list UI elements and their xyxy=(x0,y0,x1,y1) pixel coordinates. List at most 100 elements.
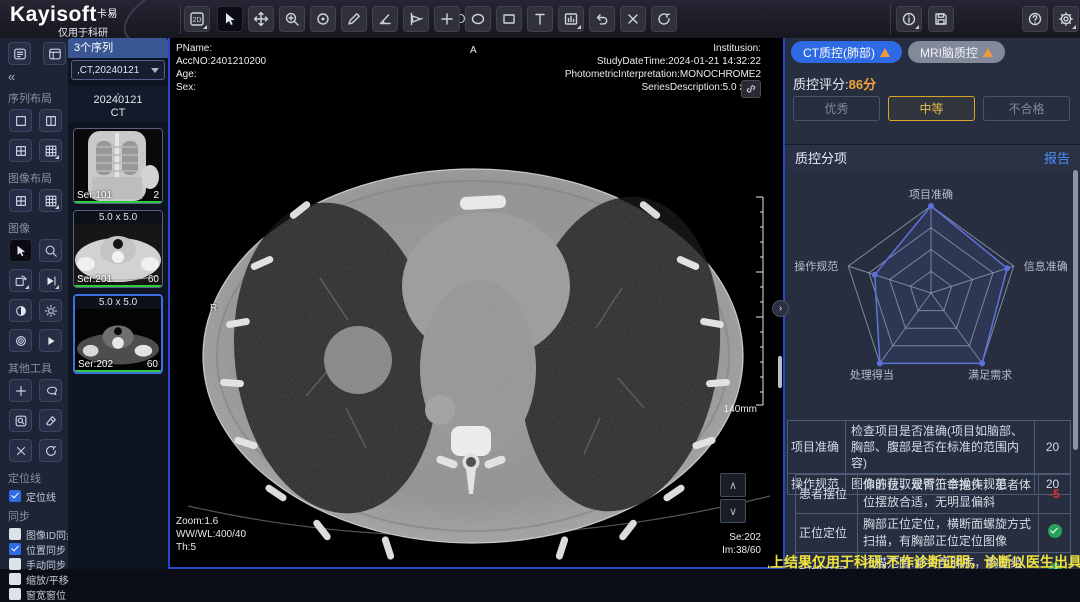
image-cine-icon[interactable] xyxy=(39,269,62,292)
angle-tool-button[interactable] xyxy=(372,6,398,32)
overlay-patient-info: PName: AccNO:2401210200 Age: Sex: xyxy=(176,42,266,94)
save-button[interactable] xyxy=(928,6,954,32)
orientation-marker-anterior: A xyxy=(470,44,477,57)
tools-comment-icon[interactable] xyxy=(39,379,62,402)
section-title-locator: 定位线 xyxy=(0,466,68,489)
settings-button[interactable] xyxy=(1053,6,1079,32)
pan-tool-button[interactable] xyxy=(248,6,274,32)
panel-layout-icon[interactable] xyxy=(43,42,66,65)
delete-annotation-button[interactable] xyxy=(620,6,646,32)
layout-3x3-icon[interactable] xyxy=(39,139,62,162)
image-layout-2x2-icon[interactable] xyxy=(9,189,32,212)
image-target-icon[interactable] xyxy=(9,329,32,352)
svg-text:2D: 2D xyxy=(193,17,202,24)
sync-image-id-checkbox[interactable]: 图像ID同步 xyxy=(0,527,68,541)
group-modality: CT xyxy=(68,107,168,120)
sync-window-level-checkbox[interactable]: 窗宽窗位 xyxy=(0,587,68,601)
qc-score: 质控评分:86分 xyxy=(793,74,876,93)
layout-1x1-icon[interactable] xyxy=(9,109,32,132)
cobb-angle-tool-button[interactable] xyxy=(403,6,429,32)
tab-mri-qc[interactable]: MRI脑质控 xyxy=(908,41,1005,63)
tools-delete-icon[interactable] xyxy=(9,439,32,462)
locator-line-checkbox[interactable]: 定位线 xyxy=(0,489,68,503)
image-magnifier-icon[interactable] xyxy=(39,239,62,262)
image-brightness-icon[interactable] xyxy=(39,299,62,322)
ellipse-tool-button[interactable] xyxy=(465,6,491,32)
layout-1x2-icon[interactable] xyxy=(39,109,62,132)
window-level-tool-button[interactable] xyxy=(558,6,584,32)
tab-ct-qc[interactable]: CT质控(肺部) xyxy=(791,41,902,63)
ruler-length-label: 140mm xyxy=(724,404,757,415)
logo-zone: Kayisoft卡易 仅用于科研 xyxy=(0,0,185,38)
layout-2x2-icon[interactable] xyxy=(9,139,32,162)
checkbox-icon xyxy=(9,528,21,540)
image-invert-icon[interactable] xyxy=(9,299,32,322)
image-rotate-icon[interactable] xyxy=(9,269,32,292)
scale-ruler xyxy=(754,196,764,406)
study-group-label: , 20240121 CT xyxy=(68,86,168,122)
series-count-header: 3个序列 xyxy=(68,38,168,58)
svg-text:满足需求: 满足需求 xyxy=(968,368,1012,381)
tools-eraser-icon[interactable] xyxy=(39,409,62,432)
panel-expander-button[interactable]: › xyxy=(772,300,789,317)
tools-add-icon[interactable] xyxy=(9,379,32,402)
section-title-image-layout: 图像布局 xyxy=(0,166,68,189)
cursor-tool-button[interactable] xyxy=(217,6,243,32)
main-viewport[interactable]: PName: AccNO:2401210200 Age: Sex: A R In… xyxy=(168,36,785,569)
tools-box-magnifier-icon[interactable] xyxy=(9,409,32,432)
checkbox-icon xyxy=(9,573,21,585)
study-dropdown-value: ,CT,20240121 xyxy=(77,65,139,76)
target-tool-button[interactable] xyxy=(310,6,336,32)
text-tool-button[interactable] xyxy=(527,6,553,32)
thumb-progress-bar xyxy=(74,285,162,287)
reset-button[interactable] xyxy=(651,6,677,32)
warning-icon xyxy=(983,48,993,57)
study-dropdown[interactable]: ,CT,20240121 xyxy=(71,60,165,80)
crosshair-tool-button[interactable] xyxy=(434,6,460,32)
link-icon[interactable] xyxy=(741,80,761,98)
toolbar-separator xyxy=(180,4,181,34)
grade-fail-button[interactable]: 不合格 xyxy=(983,96,1070,121)
zoom-in-tool-button[interactable] xyxy=(279,6,305,32)
grade-excellent-button[interactable]: 优秀 xyxy=(793,96,880,121)
viewport-scrollbar-thumb[interactable] xyxy=(778,356,782,388)
checkbox-checked-icon xyxy=(9,543,21,555)
warning-icon xyxy=(880,48,890,57)
svg-text:信息准确: 信息准确 xyxy=(1024,259,1068,273)
section-title-other-tools: 其他工具 xyxy=(0,356,68,379)
scroll-up-button[interactable]: ∧ xyxy=(720,473,746,497)
measure-line-tool-button[interactable] xyxy=(341,6,367,32)
sync-position-checkbox[interactable]: 位置同步 xyxy=(0,542,68,556)
sidebar-collapse-button[interactable]: « xyxy=(0,67,68,86)
app-logo-subtitle: 仅用于科研 xyxy=(58,24,108,38)
scroll-down-button[interactable]: ∨ xyxy=(720,499,746,523)
image-cursor-icon[interactable] xyxy=(9,239,32,262)
overlay-study-info: Institusion: StudyDateTime:2024-01-21 14… xyxy=(565,42,761,94)
section-title-sync: 同步 xyxy=(0,504,68,527)
thumb-count: 2 xyxy=(153,190,159,201)
2d-view-button[interactable]: 2D xyxy=(184,6,210,32)
image-layout-3x3-icon[interactable] xyxy=(39,189,62,212)
thumb-title: 5.0 x 5.0 xyxy=(75,296,161,309)
qc-panel-scrollbar-thumb[interactable] xyxy=(1073,170,1078,450)
orientation-marker-right: R xyxy=(210,302,217,315)
table-row: 患者摆位 仰卧位，双臂上举抱头，患者体位摆放合适，无明显偏斜 -5 xyxy=(796,475,1071,514)
rectangle-tool-button[interactable] xyxy=(496,6,522,32)
sync-zoom-pan-checkbox[interactable]: 缩放/平移 xyxy=(0,572,68,586)
thumb-progress-bar xyxy=(75,370,161,372)
table-row: 正位定位 胸部正位定位，横断面螺旋方式扫描，有胸部正位定位图像 xyxy=(796,514,1071,553)
image-play-icon[interactable] xyxy=(39,329,62,352)
grade-medium-button[interactable]: 中等 xyxy=(888,96,975,121)
deduction-score: -5 xyxy=(1049,487,1060,501)
undo-button[interactable] xyxy=(589,6,615,32)
thumb-title: 5.0 x 5.0 xyxy=(74,211,162,224)
tools-reset-icon[interactable] xyxy=(39,439,62,462)
report-link[interactable]: 报告 xyxy=(1044,148,1070,167)
series-thumbnail-201[interactable]: 5.0 x 5.0 Ser:20160 xyxy=(73,210,163,288)
series-thumbnail-202[interactable]: 5.0 x 5.0 Ser:20260 xyxy=(73,294,163,374)
panel-list-icon[interactable] xyxy=(8,42,31,65)
series-thumbnail-101[interactable]: Ser:1012 xyxy=(73,128,163,204)
help-button[interactable] xyxy=(1022,6,1048,32)
qc-section-title: 质控分项 xyxy=(795,148,847,167)
info-button[interactable] xyxy=(896,6,922,32)
